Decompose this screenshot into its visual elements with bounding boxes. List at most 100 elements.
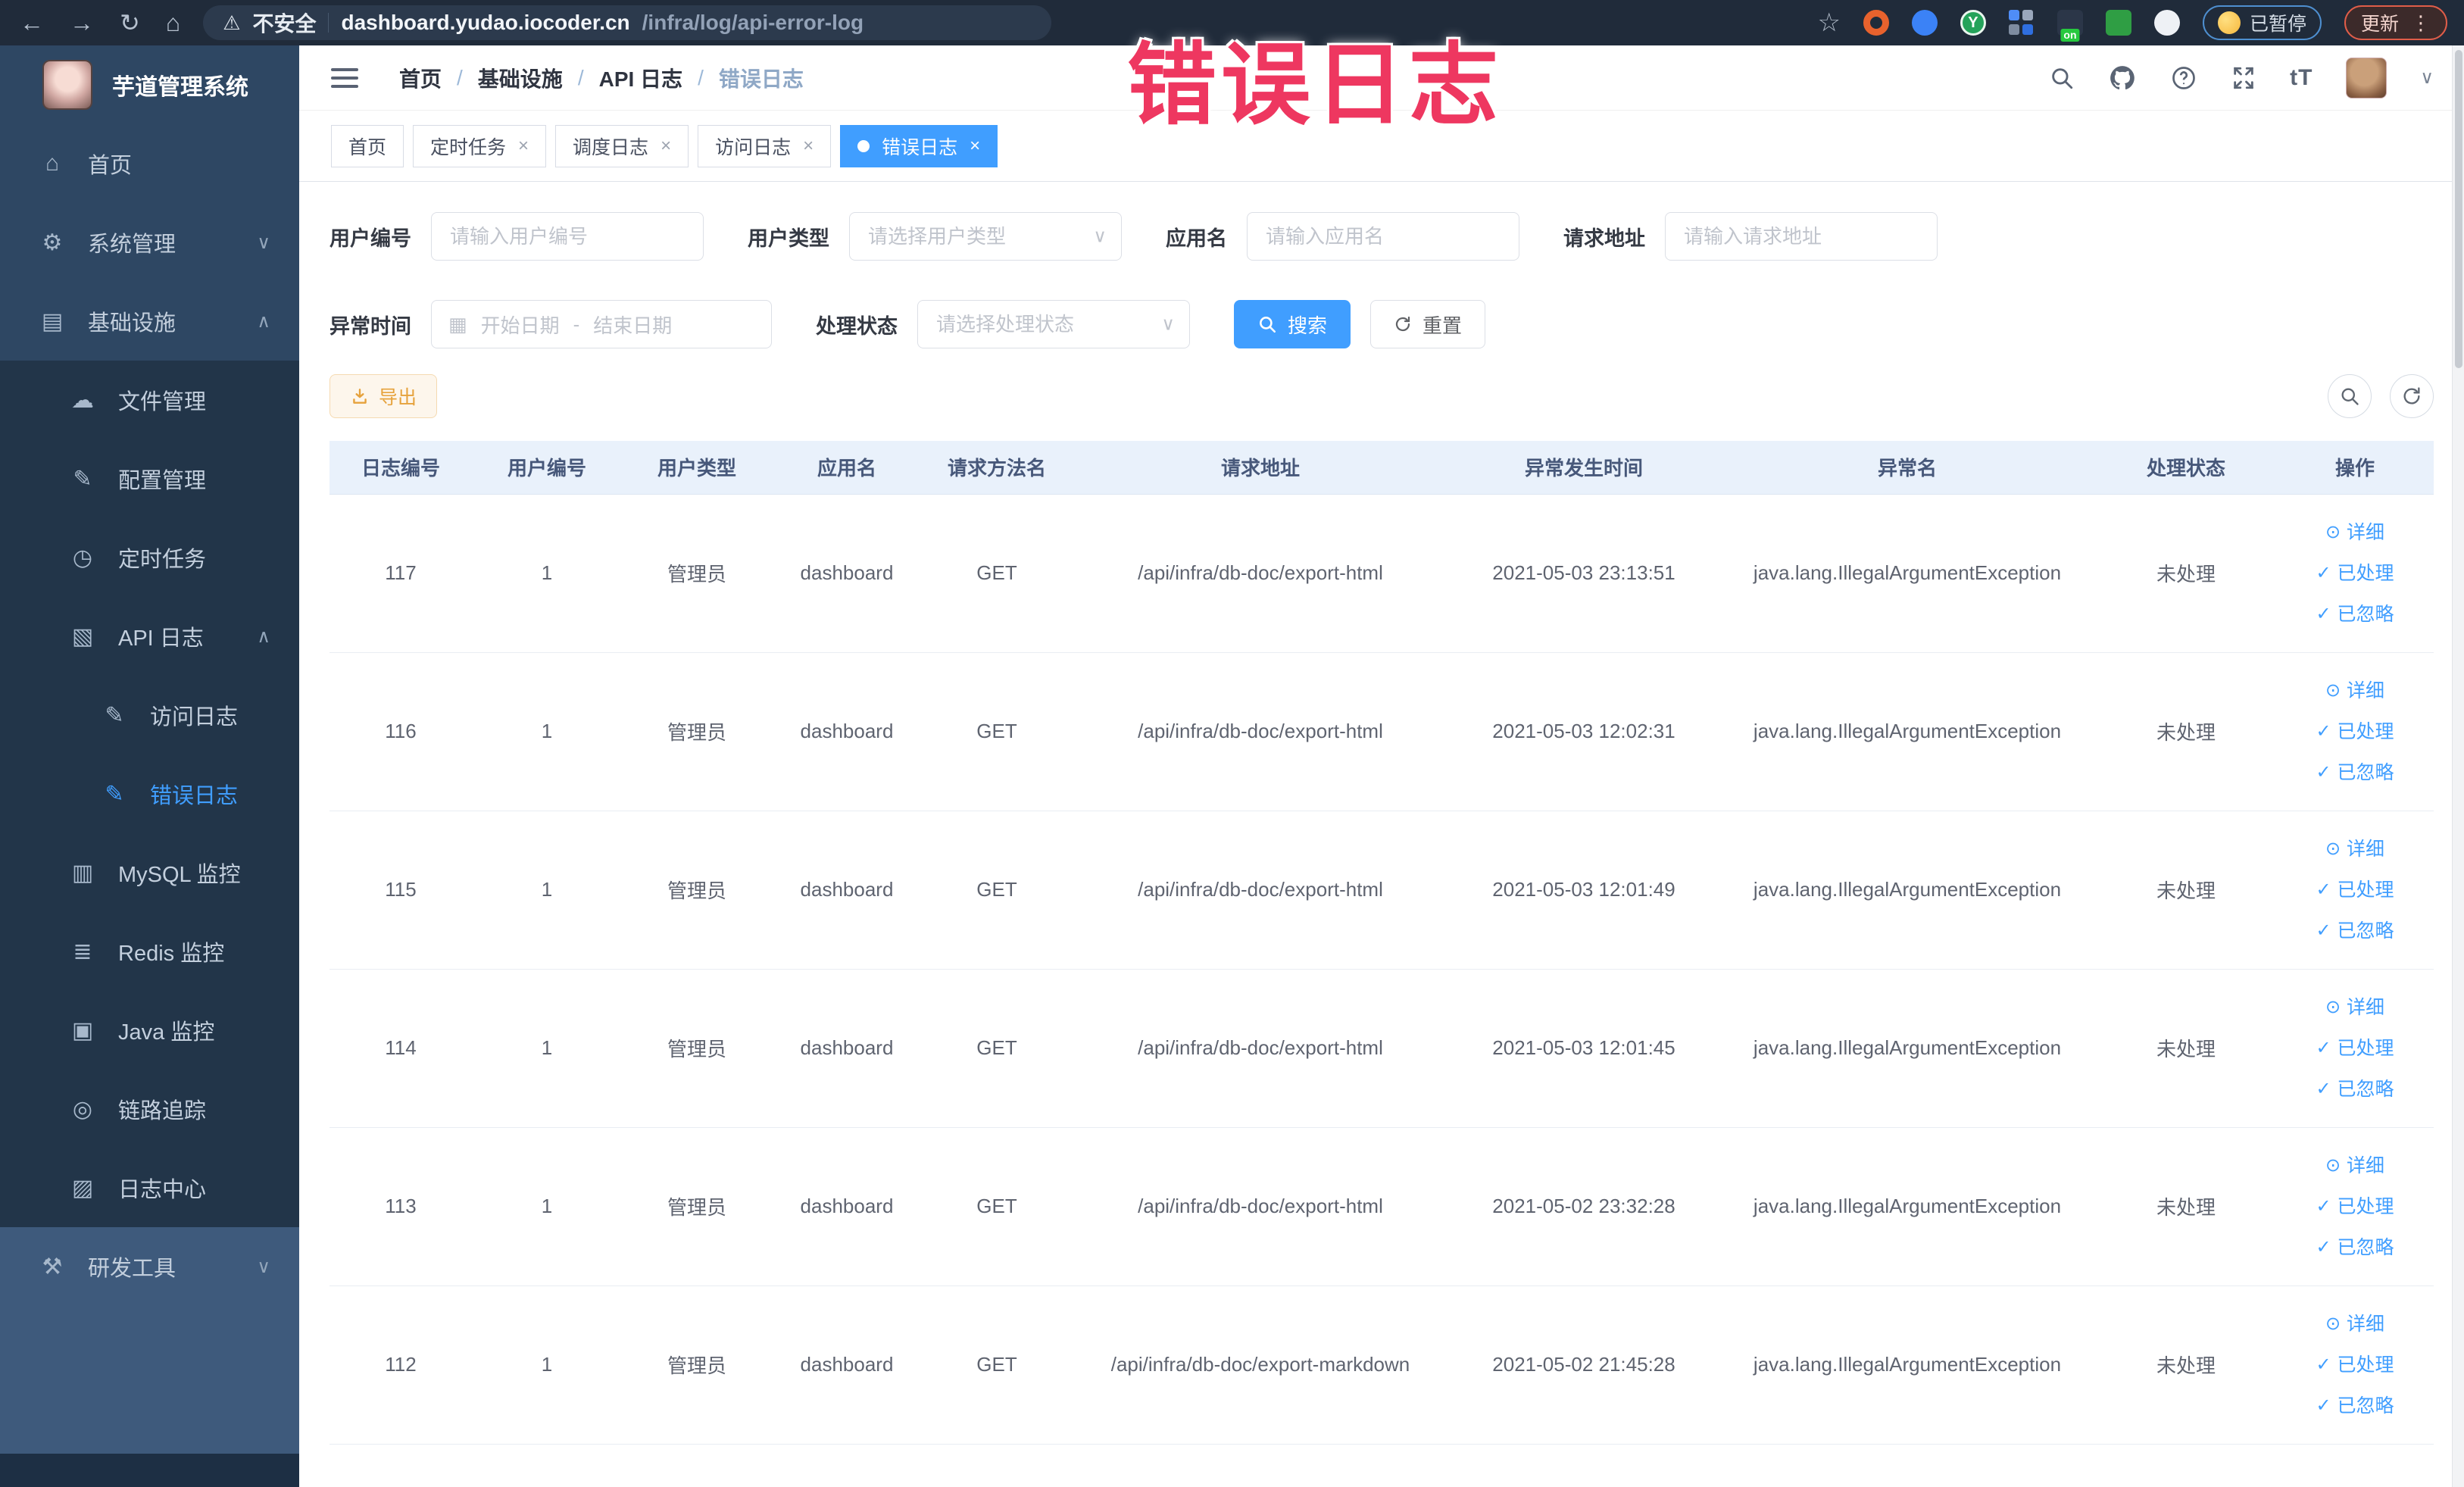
processed-link[interactable]: ✓ 已处理 xyxy=(2316,713,2394,751)
github-icon[interactable] xyxy=(2108,64,2137,92)
refresh-button[interactable] xyxy=(2390,374,2434,418)
sidebar-item-infrastructure[interactable]: ▤ 基础设施 ∧ xyxy=(0,282,299,361)
request-url-field[interactable] xyxy=(1665,212,1938,261)
breadcrumb-separator: / xyxy=(457,65,463,89)
status-select[interactable] xyxy=(917,300,1190,348)
sidebar-item-system-mgmt[interactable]: ⚙ 系统管理 ∨ xyxy=(0,203,299,282)
fullscreen-icon[interactable] xyxy=(2231,65,2256,91)
extension-icon-proxy[interactable]: on xyxy=(2056,10,2083,42)
extension-icon-white[interactable] xyxy=(2153,10,2180,36)
ignored-link[interactable]: ✓ 已忽略 xyxy=(2316,754,2394,792)
browser-menu-icon[interactable]: ⋮ xyxy=(2411,11,2431,35)
browser-home-icon[interactable]: ⌂ xyxy=(166,9,180,37)
close-icon[interactable]: × xyxy=(970,136,980,157)
detail-link[interactable]: ⊙ 详细 xyxy=(2325,1147,2384,1185)
scrollbar[interactable] xyxy=(2452,45,2464,1487)
extension-icon-orange[interactable] xyxy=(1863,10,1889,36)
user-menu-caret-icon[interactable]: ∨ xyxy=(2420,67,2434,89)
column-header: 日志编号 xyxy=(329,441,472,495)
browser-forward-icon[interactable]: → xyxy=(70,9,94,37)
sidebar-item-log-center[interactable]: ▨ 日志中心 xyxy=(0,1148,299,1227)
breadcrumb-item-api-log[interactable]: API 日志 xyxy=(599,63,682,93)
processed-link[interactable]: ✓ 已处理 xyxy=(2316,555,2394,592)
detail-link[interactable]: ⊙ 详细 xyxy=(2325,1305,2384,1343)
scrollbar-thumb[interactable] xyxy=(2455,50,2462,368)
cell-user-id: 1 xyxy=(472,494,622,653)
ignored-link[interactable]: ✓ 已忽略 xyxy=(2316,912,2394,950)
processed-link[interactable]: ✓ 已处理 xyxy=(2316,871,2394,909)
processed-link[interactable]: ✓ 已处理 xyxy=(2316,1029,2394,1067)
ignored-link[interactable]: ✓ 已忽略 xyxy=(2316,1387,2394,1425)
emoji-face-icon xyxy=(2217,11,2241,34)
sidebar-item-file-mgmt[interactable]: ☁ 文件管理 xyxy=(0,361,299,439)
sidebar-item-config-mgmt[interactable]: ✎ 配置管理 xyxy=(0,439,299,518)
ignored-link[interactable]: ✓ 已忽略 xyxy=(2316,595,2394,633)
cell-user-id: 1 xyxy=(472,652,622,811)
sidebar-item-access-log[interactable]: ✎ 访问日志 xyxy=(0,676,299,754)
breadcrumb-item-infrastructure[interactable]: 基础设施 xyxy=(478,63,563,93)
extension-icon-grid[interactable] xyxy=(2008,10,2035,36)
search-icon[interactable] xyxy=(2049,65,2075,91)
tab-home[interactable]: 首页 xyxy=(331,124,404,167)
cell-app-name: dashboard xyxy=(772,1127,922,1286)
detail-link[interactable]: ⊙ 详细 xyxy=(2325,989,2384,1026)
export-button[interactable]: 导出 xyxy=(329,374,438,418)
help-icon[interactable] xyxy=(2170,64,2197,92)
sidebar-item-home[interactable]: ⌂ 首页 xyxy=(0,124,299,203)
sidebar-collapse-bar[interactable] xyxy=(0,1454,299,1487)
tab-scheduled-jobs[interactable]: 定时任务 × xyxy=(413,124,547,167)
sidebar-item-scheduled-jobs[interactable]: ◷ 定时任务 xyxy=(0,518,299,597)
detail-link[interactable]: ⊙ 详细 xyxy=(2325,830,2384,868)
check-icon: ✓ xyxy=(2316,1236,2331,1257)
url-divider xyxy=(328,13,329,33)
user-type-select[interactable] xyxy=(849,212,1122,261)
browser-reload-icon[interactable]: ↻ xyxy=(120,8,140,37)
chevron-up-icon: ∧ xyxy=(257,626,270,647)
app-logo[interactable]: 芋道管理系统 xyxy=(0,45,299,124)
toggle-search-button[interactable] xyxy=(2328,374,2372,418)
processed-link[interactable]: ✓ 已处理 xyxy=(2316,1346,2394,1384)
cell-app-name: dashboard xyxy=(772,494,922,653)
paused-badge[interactable]: 已暂停 xyxy=(2202,5,2322,40)
tab-error-log[interactable]: 错误日志 × xyxy=(840,124,998,167)
browser-update-button[interactable]: 更新 ⋮ xyxy=(2344,5,2447,40)
sidebar-item-api-log[interactable]: ▧ API 日志 ∧ xyxy=(0,597,299,676)
tab-access-log[interactable]: 访问日志 × xyxy=(698,124,832,167)
ignored-link[interactable]: ✓ 已忽略 xyxy=(2316,1229,2394,1267)
sidebar-item-redis-monitor[interactable]: ≣ Redis 监控 xyxy=(0,912,299,991)
detail-link[interactable]: ⊙ 详细 xyxy=(2325,672,2384,710)
close-icon[interactable]: × xyxy=(661,136,671,157)
close-icon[interactable]: × xyxy=(803,136,814,157)
processed-link[interactable]: ✓ 已处理 xyxy=(2316,1188,2394,1226)
ignored-link[interactable]: ✓ 已忽略 xyxy=(2316,1070,2394,1108)
cell-url: /api/infra/db-doc/export-markdown xyxy=(1072,1286,1449,1445)
bookmark-star-icon[interactable]: ☆ xyxy=(1817,8,1840,38)
sidebar-item-error-log[interactable]: ✎ 错误日志 xyxy=(0,754,299,833)
breadcrumb-item-home[interactable]: 首页 xyxy=(399,63,442,93)
extension-icon-green-y[interactable]: Y xyxy=(1960,10,1986,36)
tab-schedule-log[interactable]: 调度日志 × xyxy=(555,124,689,167)
column-header: 请求地址 xyxy=(1072,441,1449,495)
user-id-field[interactable] xyxy=(431,212,704,261)
sidebar-item-label: Java 监控 xyxy=(118,1020,215,1045)
sidebar-item-tracing[interactable]: ◎ 链路追踪 xyxy=(0,1070,299,1148)
browser-back-icon[interactable]: ← xyxy=(20,9,44,37)
extension-icon-blue[interactable] xyxy=(1911,10,1938,36)
sidebar-toggle-icon[interactable] xyxy=(331,67,358,88)
reset-button[interactable]: 重置 xyxy=(1370,300,1486,348)
address-bar[interactable]: ⚠ 不安全 dashboard.yudao.iocoder.cn/infra/l… xyxy=(203,5,1052,40)
search-button[interactable]: 搜索 xyxy=(1234,300,1351,348)
sidebar-item-java-monitor[interactable]: ▣ Java 监控 xyxy=(0,991,299,1070)
close-icon[interactable]: × xyxy=(518,136,529,157)
check-icon: ✓ xyxy=(2316,1037,2331,1058)
font-size-icon[interactable]: tT xyxy=(2290,65,2313,91)
cell-time: 2021-05-03 12:02:31 xyxy=(1449,652,1719,811)
avatar[interactable] xyxy=(2346,57,2387,98)
sidebar-item-dev-tools[interactable]: ⚒ 研发工具 ∨ xyxy=(0,1227,299,1306)
extension-icon-leaf[interactable] xyxy=(2105,10,2131,36)
security-label[interactable]: 不安全 xyxy=(252,8,316,38)
detail-link[interactable]: ⊙ 详细 xyxy=(2325,514,2384,551)
sidebar-item-mysql-monitor[interactable]: ▥ MySQL 监控 xyxy=(0,833,299,912)
app-name-field[interactable] xyxy=(1247,212,1519,261)
date-range-picker[interactable]: ▦ 开始日期 - 结束日期 xyxy=(431,300,772,348)
